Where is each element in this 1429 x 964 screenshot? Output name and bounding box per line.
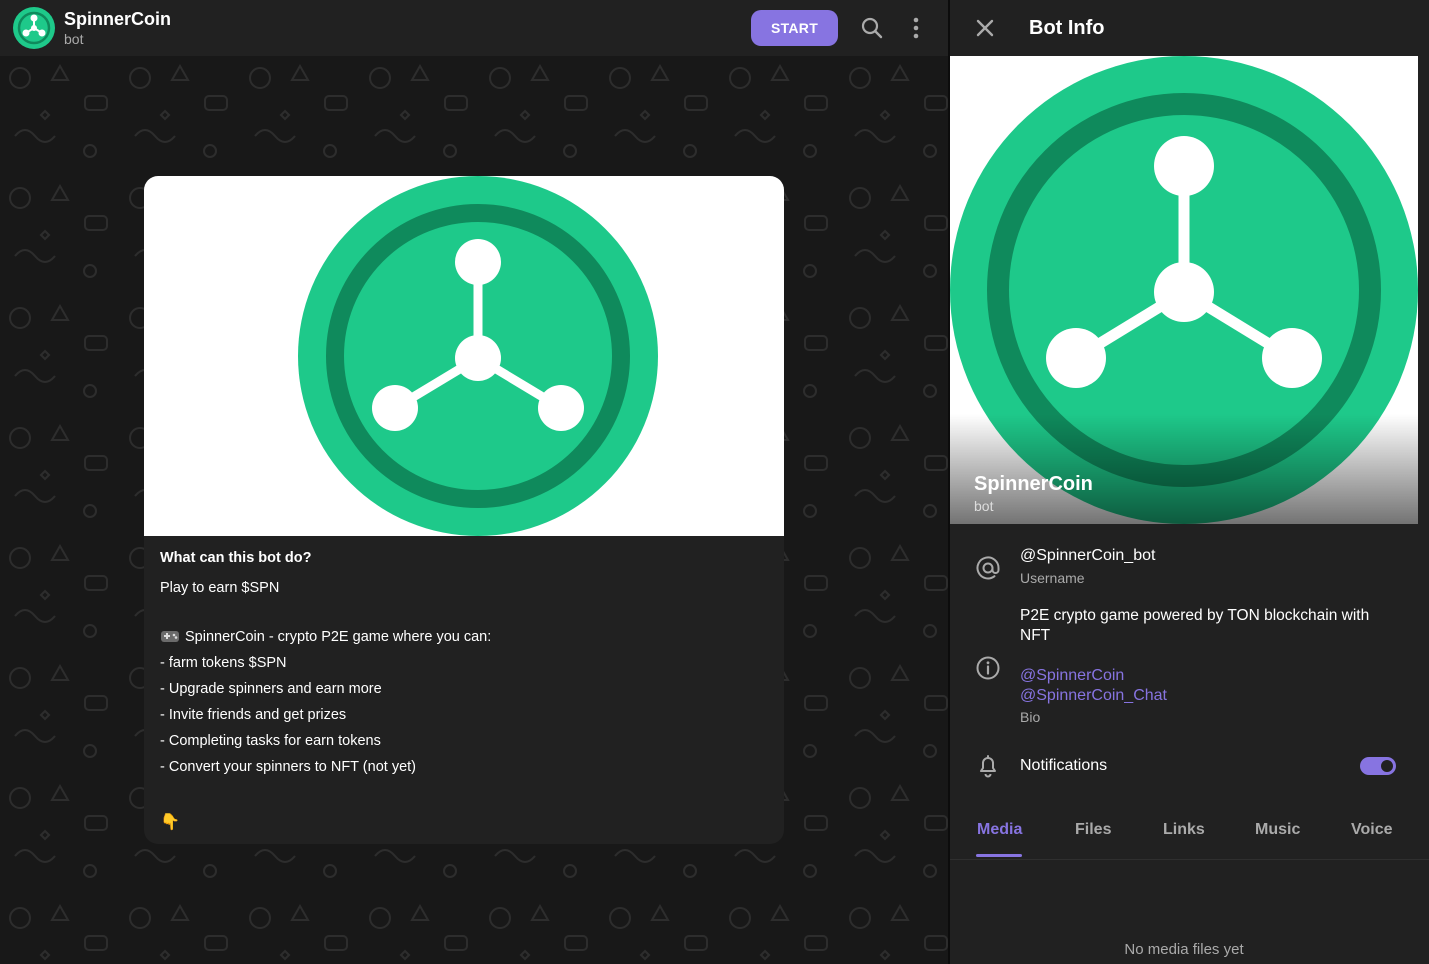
close-icon[interactable] <box>973 16 997 40</box>
bio-text: P2E crypto game powered by TON blockchai… <box>1020 607 1370 644</box>
bio-block: P2E crypto game powered by TON blockchai… <box>1020 606 1400 726</box>
chat-area: SpinnerCoin bot START What can this bot … <box>0 0 948 964</box>
more-vertical-icon[interactable] <box>904 16 928 40</box>
chat-title-block[interactable]: SpinnerCoin bot <box>64 9 171 49</box>
photo-shade <box>950 414 1418 524</box>
start-button[interactable]: START <box>751 10 838 46</box>
description-intro-text: SpinnerCoin - crypto P2E game where you … <box>185 629 492 645</box>
bot-avatar[interactable] <box>13 7 55 49</box>
notifications-toggle[interactable] <box>1360 757 1396 775</box>
username-label: Username <box>1020 570 1085 586</box>
tab-files[interactable]: Files <box>1075 820 1111 840</box>
pointing-down-emoji: 👇 <box>160 814 180 831</box>
chat-title: SpinnerCoin <box>64 9 171 29</box>
search-icon[interactable] <box>860 16 884 40</box>
bell-icon <box>980 755 996 778</box>
at-sign-icon <box>976 556 1000 580</box>
tab-music[interactable]: Music <box>1255 820 1300 840</box>
bot-description-text: What can this bot do? Play to earn $SPN … <box>160 548 770 780</box>
bio-link-channel[interactable]: @SpinnerCoin <box>1020 666 1400 686</box>
bio-link-chat[interactable]: @SpinnerCoin_Chat <box>1020 686 1400 706</box>
feature-item: - Invite friends and get prizes <box>160 707 347 723</box>
tab-media[interactable]: Media <box>977 820 1022 840</box>
toggle-knob <box>1379 758 1395 774</box>
notifications-label: Notifications <box>1020 757 1108 774</box>
bot-description-image <box>144 176 784 536</box>
info-icon <box>976 656 1000 680</box>
bot-description-card: What can this bot do? Play to earn $SPN … <box>144 176 784 844</box>
feature-item: - Completing tasks for earn tokens <box>160 733 381 749</box>
gamepad-icon <box>161 631 179 642</box>
media-tabs: Media Files Links Music Voice <box>950 808 1429 860</box>
spinnercoin-logo <box>298 176 658 536</box>
bio-label: Bio <box>1020 709 1041 725</box>
empty-media-message: No media files yet <box>1124 941 1244 958</box>
panel-title: Bot Info <box>1029 17 1105 39</box>
tab-voice[interactable]: Voice <box>1351 820 1393 840</box>
profile-photo[interactable]: SpinnerCoin bot <box>950 56 1418 524</box>
panel-header: Bot Info <box>950 0 1429 56</box>
chat-header: SpinnerCoin bot START <box>0 0 948 56</box>
active-tab-indicator <box>976 854 1022 857</box>
tab-links[interactable]: Links <box>1163 820 1205 840</box>
chat-subtitle: bot <box>64 31 84 47</box>
description-question: What can this bot do? <box>160 550 312 566</box>
bot-info-panel: Bot Info SpinnerCoin bot @SpinnerCoin_bo… <box>950 0 1429 964</box>
description-intro: SpinnerCoin - crypto P2E game where you … <box>160 624 770 650</box>
profile-name: SpinnerCoin <box>974 473 1093 495</box>
feature-item: - Convert your spinners to NFT (not yet) <box>160 759 416 775</box>
feature-item: - farm tokens $SPN <box>160 655 287 671</box>
username-value: @SpinnerCoin_bot <box>1020 547 1156 564</box>
description-tagline: Play to earn $SPN <box>160 580 280 596</box>
profile-subtitle: bot <box>974 498 994 514</box>
feature-item: - Upgrade spinners and earn more <box>160 681 382 697</box>
